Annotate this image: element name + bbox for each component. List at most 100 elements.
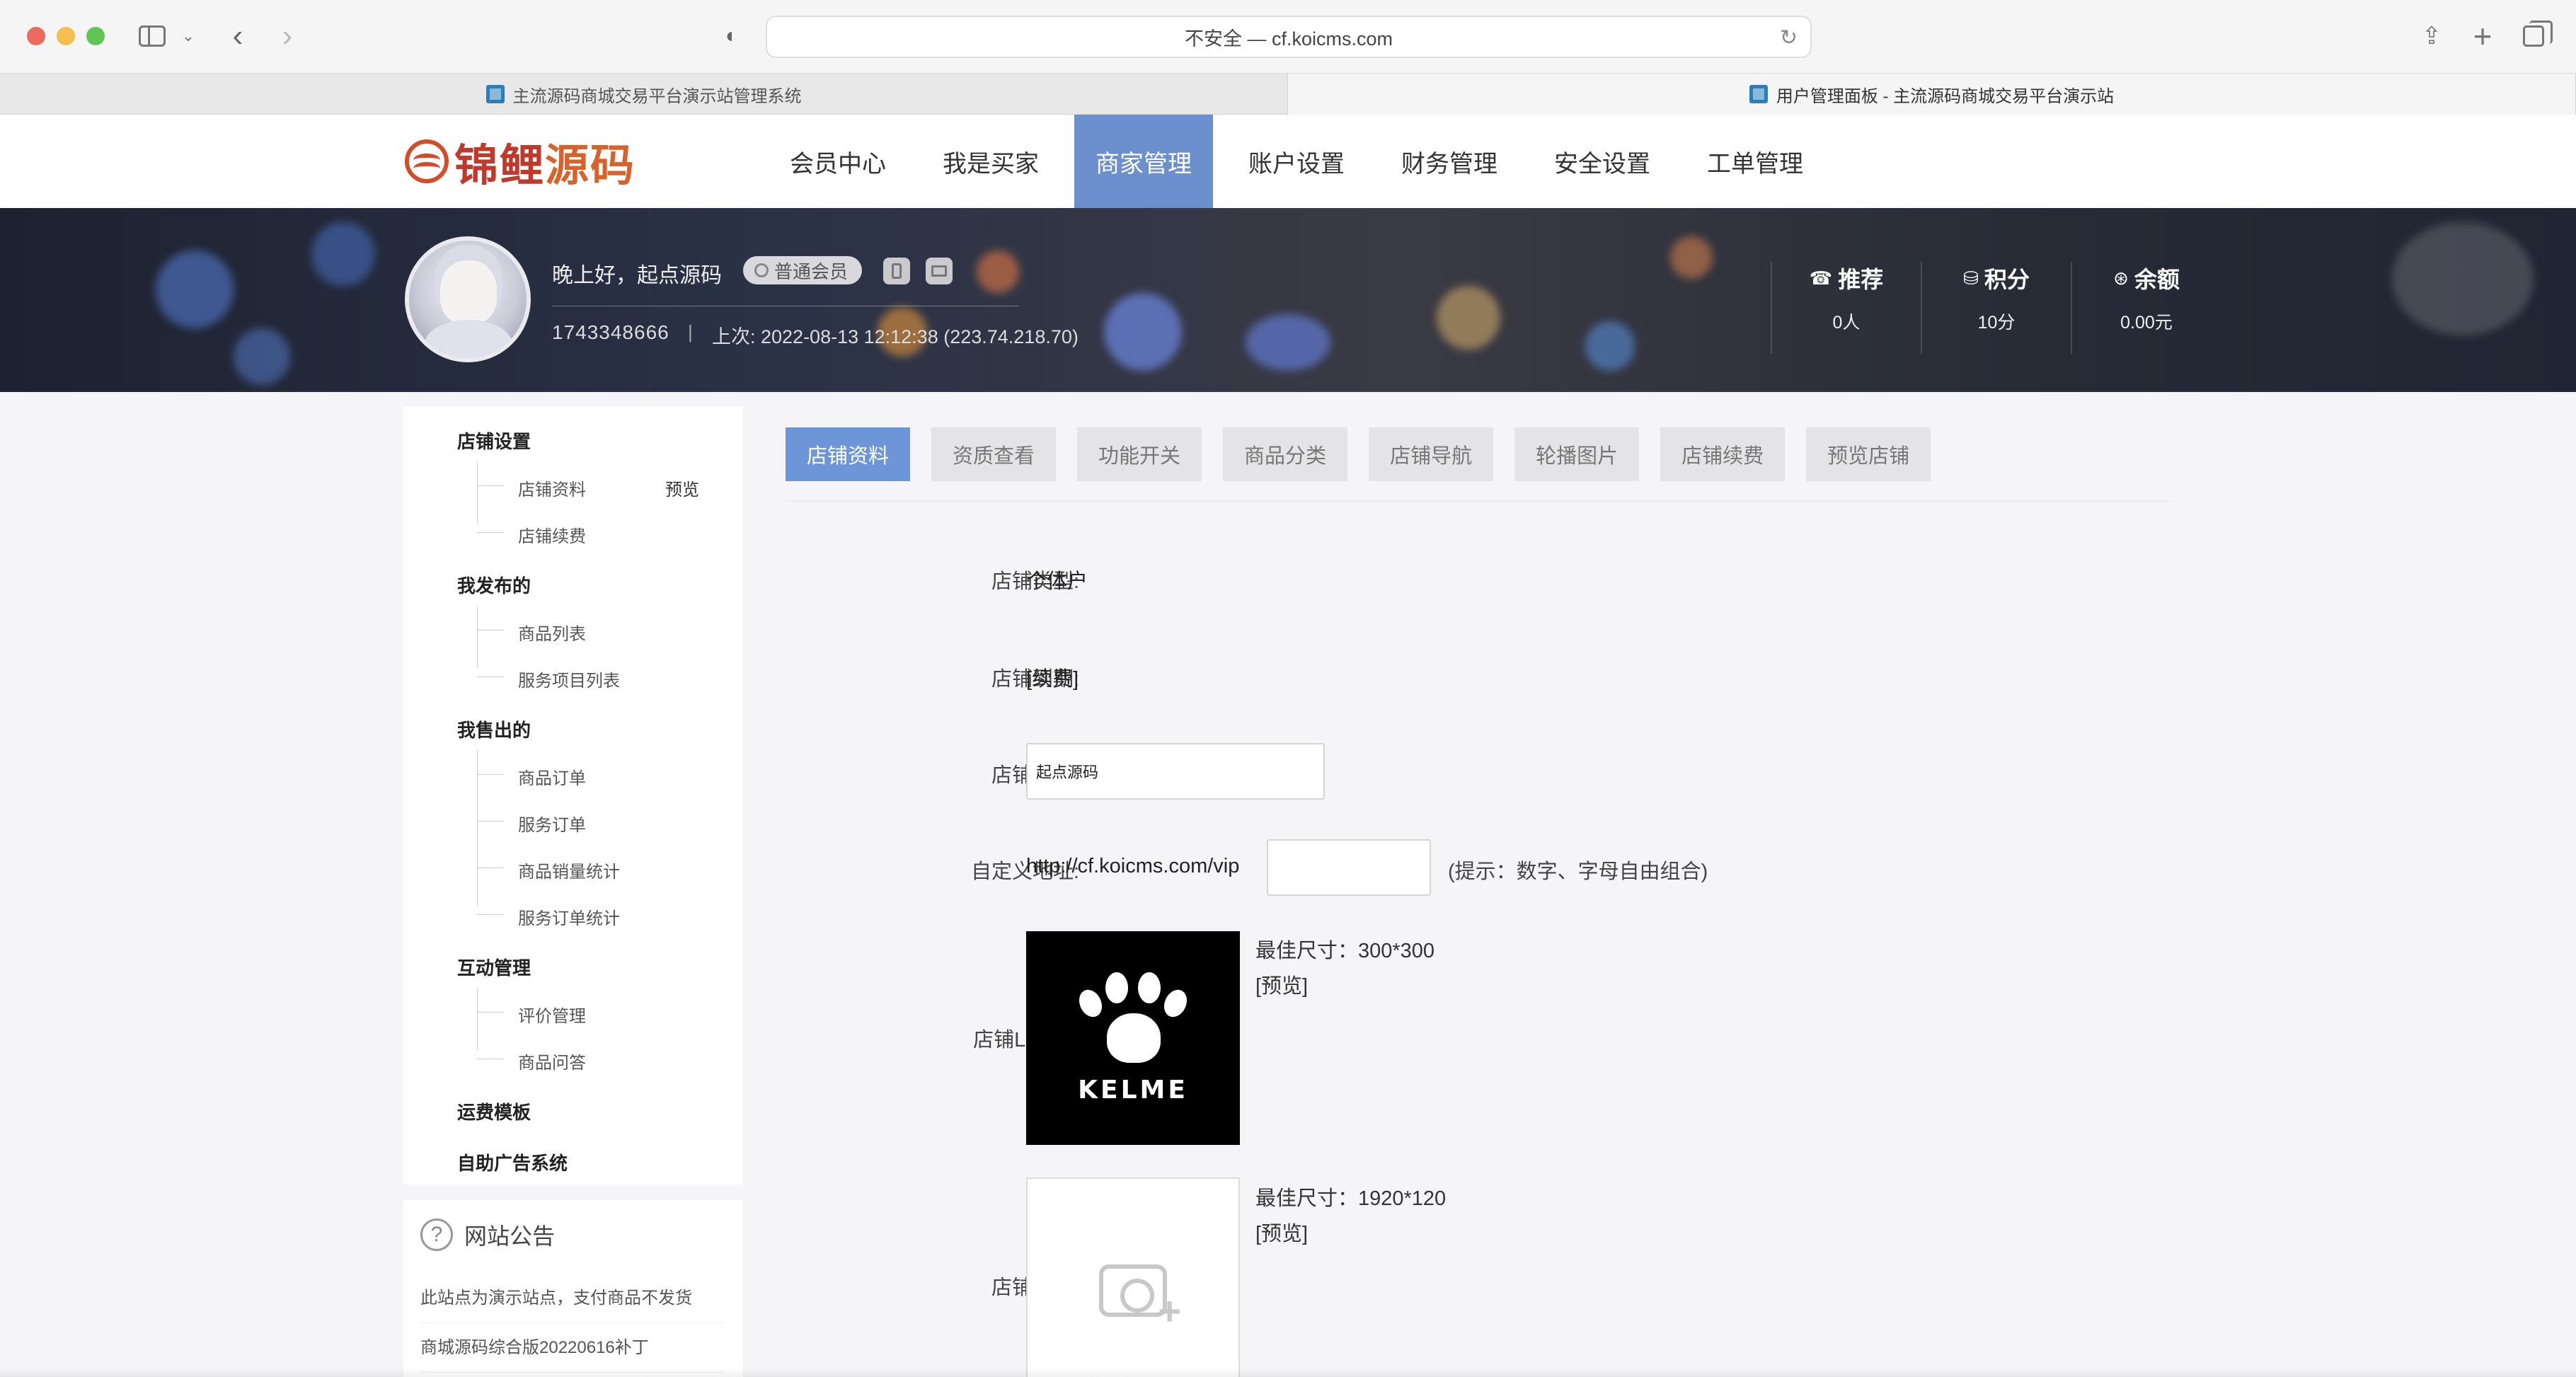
- member-icon: [754, 263, 769, 277]
- tab-preview-store[interactable]: 预览店铺: [1806, 427, 1931, 481]
- address-text: 不安全 — cf.koicms.com: [1184, 28, 1393, 50]
- notice-panel: ? 网站公告 此站点为演示站点，支付商品不发货 商城源码综合版20220616补…: [403, 1200, 743, 1377]
- email-verify-icon[interactable]: [926, 258, 953, 284]
- nav-member-center[interactable]: 会员中心: [769, 115, 907, 208]
- sidebar-item-qa[interactable]: 商品问答: [477, 1049, 586, 1073]
- sidebar-group-store-settings[interactable]: 店铺设置: [457, 427, 531, 454]
- sidebar-item-product-orders[interactable]: 商品订单: [477, 764, 586, 789]
- new-tab-icon[interactable]: +: [2468, 18, 2497, 54]
- sidebar-item-sales-stats[interactable]: 商品销量统计: [477, 858, 620, 882]
- bokeh-light: [1585, 321, 1635, 371]
- favicon-icon: [1749, 85, 1768, 103]
- chevron-down-icon[interactable]: ⌄: [180, 18, 197, 54]
- browser-toolbar: ⌄ ‹ › ◐ 不安全 — cf.koicms.com ↻ ⇪ +: [0, 0, 2576, 74]
- address-bar[interactable]: 不安全 — cf.koicms.com ↻: [766, 16, 1812, 58]
- back-arrow-icon[interactable]: ‹: [225, 18, 251, 54]
- nav-security[interactable]: 安全设置: [1533, 115, 1672, 208]
- custom-url-input[interactable]: [1267, 839, 1431, 896]
- avatar[interactable]: [405, 236, 531, 362]
- sidebar-item-service-list[interactable]: 服务项目列表: [477, 667, 620, 691]
- stat-referrals[interactable]: ☎ 推荐 0人: [1771, 262, 1921, 354]
- stat-points[interactable]: ⛁ 积分 10分: [1921, 262, 2071, 354]
- phone-verify-icon[interactable]: [883, 258, 910, 284]
- member-level-badge: 普通会员: [743, 256, 863, 284]
- tab-store-nav[interactable]: 店铺导航: [1369, 427, 1494, 481]
- last-login-text: 上次: 2022-08-13 12:12:38 (223.74.218.70): [712, 326, 1079, 347]
- tab-carousel[interactable]: 轮播图片: [1514, 427, 1640, 481]
- bokeh-light: [977, 250, 1019, 293]
- sidebar-toggle-icon[interactable]: [137, 18, 167, 54]
- privacy-shield-icon[interactable]: ◐: [719, 18, 744, 54]
- browser-tab-active[interactable]: 用户管理面板 - 主流源码商城交易平台演示站: [1288, 74, 2576, 115]
- tab-store-renew[interactable]: 店铺续费: [1660, 427, 1786, 481]
- site-header: 锦鲤源码 会员中心 我是买家 商家管理 账户设置 财务管理 安全设置 工单管理: [0, 115, 2576, 208]
- close-window-button[interactable]: [27, 27, 45, 45]
- greeting-text: 晚上好，起点源码: [552, 264, 722, 287]
- camera-add-icon: [1099, 1264, 1181, 1334]
- stat-value: 0.00元: [2120, 313, 2173, 333]
- zoom-window-button[interactable]: [86, 27, 105, 45]
- nav-merchant[interactable]: 商家管理: [1074, 115, 1213, 208]
- store-logo-image[interactable]: KELME: [1026, 931, 1240, 1145]
- site-logo[interactable]: 锦鲤源码: [405, 134, 636, 190]
- forward-arrow-icon[interactable]: ›: [275, 18, 300, 54]
- logo-brand-text: KELME: [1078, 1075, 1188, 1105]
- stat-value: 10分: [1977, 313, 2016, 333]
- info-separator: |: [688, 321, 693, 342]
- nav-finance[interactable]: 财务管理: [1380, 115, 1519, 208]
- banner-preview-link[interactable]: [预览]: [1255, 1217, 1308, 1247]
- tree-line: [477, 606, 478, 668]
- bokeh-light: [1246, 314, 1330, 371]
- sidebar-group-shipping-template[interactable]: 运费模板: [457, 1098, 531, 1124]
- tree-line: [477, 988, 478, 1050]
- sidebar-item-store-info[interactable]: 店铺资料: [477, 476, 586, 500]
- sidebar-group-published[interactable]: 我发布的: [457, 572, 531, 598]
- sidebar-preview-link[interactable]: 预览: [665, 476, 699, 500]
- nav-tickets[interactable]: 工单管理: [1686, 115, 1824, 208]
- sidebar-group-interaction[interactable]: 互动管理: [457, 954, 531, 980]
- tab-title: 主流源码商城交易平台演示站管理系统: [512, 86, 802, 106]
- custom-url-hint: (提示：数字、字母自由组合): [1448, 860, 1708, 883]
- sidebar-item-reviews[interactable]: 评价管理: [477, 1002, 586, 1027]
- question-icon: ?: [420, 1218, 453, 1251]
- store-settings-content: 店铺资料 资质查看 功能开关 商品分类 店铺导航 轮播图片 店铺续费 预览店铺 …: [786, 406, 2173, 1377]
- sidebar-item-store-renew[interactable]: 店铺续费: [477, 522, 586, 547]
- notice-item[interactable]: 此站点为演示站点，支付商品不发货: [420, 1284, 725, 1323]
- share-icon[interactable]: ⇪: [2417, 18, 2446, 54]
- tab-overview-icon[interactable]: [2519, 18, 2553, 54]
- bokeh-light: [1670, 236, 1713, 279]
- store-name-field[interactable]: 起点源码: [1026, 743, 1325, 800]
- sidebar-group-sold[interactable]: 我售出的: [457, 716, 531, 742]
- sidebar-group-ad-system[interactable]: 自助广告系统: [457, 1149, 568, 1175]
- bottom-shadow: [0, 1367, 2576, 1377]
- browser-tab[interactable]: 主流源码商城交易平台演示站管理系统: [0, 74, 1288, 115]
- notice-title: 网站公告: [464, 1223, 556, 1249]
- tab-store-info[interactable]: 店铺资料: [786, 427, 911, 481]
- reload-icon[interactable]: ↻: [1780, 25, 1798, 50]
- bokeh-light: [156, 250, 234, 328]
- minimize-window-button[interactable]: [57, 27, 75, 45]
- nav-buyer[interactable]: 我是买家: [921, 115, 1060, 208]
- tab-feature-switch[interactable]: 功能开关: [1077, 427, 1202, 481]
- logo-preview-link[interactable]: [预览]: [1255, 969, 1308, 999]
- tab-qualification[interactable]: 资质查看: [931, 427, 1057, 481]
- sidebar-item-service-stats[interactable]: 服务订单统计: [477, 904, 620, 929]
- tab-bar: 主流源码商城交易平台演示站管理系统 用户管理面板 - 主流源码商城交易平台演示站: [0, 74, 2576, 115]
- phone-icon: ☎: [1809, 267, 1833, 289]
- custom-url-prefix: http://cf.koicms.com/vip: [1026, 855, 1240, 877]
- bokeh-light: [1437, 286, 1500, 350]
- user-banner: 晚上好，起点源码 普通会员 1743348666 | 上次: 2022-08-1…: [0, 208, 2576, 392]
- renew-link[interactable]: [续费]: [1026, 662, 1079, 692]
- tab-product-category[interactable]: 商品分类: [1223, 427, 1348, 481]
- sidebar-menu: 店铺设置 店铺资料 预览 店铺续费 我发布的 商品列表 服务项目列表 我售出的 …: [403, 406, 743, 1185]
- user-id: 1743348666: [552, 321, 669, 343]
- stat-balance[interactable]: ⊛ 余额 0.00元: [2071, 262, 2221, 354]
- logo-size-note: 最佳尺寸：300*300: [1255, 940, 1435, 962]
- store-banner-upload[interactable]: [1026, 1177, 1240, 1377]
- paw-icon: [1074, 972, 1192, 1064]
- stat-label: 积分: [1984, 267, 2030, 292]
- nav-account-settings[interactable]: 账户设置: [1227, 115, 1366, 208]
- koi-logo-icon: [405, 139, 449, 183]
- sidebar-item-product-list[interactable]: 商品列表: [477, 620, 586, 645]
- sidebar-item-service-orders[interactable]: 服务订单: [477, 811, 586, 836]
